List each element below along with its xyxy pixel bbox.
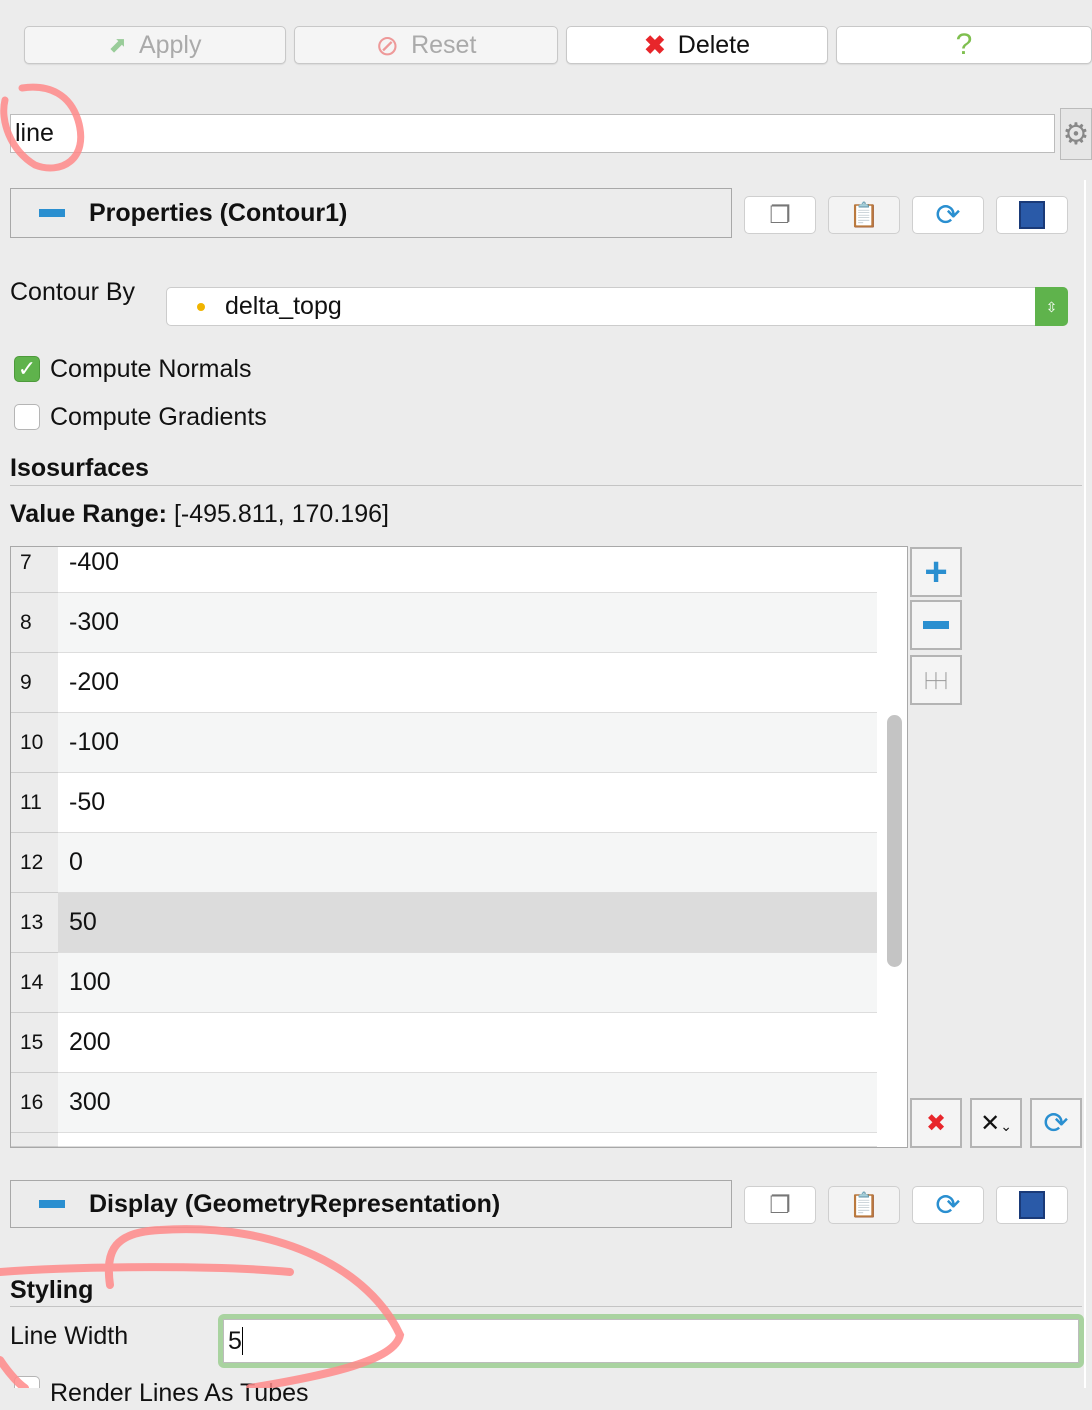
table-row[interactable]: 8 -300 <box>11 593 877 653</box>
gear-icon[interactable]: ⚙ <box>1060 108 1092 160</box>
table-row[interactable]: 11 -50 <box>11 773 877 833</box>
remove-value-button[interactable] <box>910 600 962 650</box>
row-index: 12 <box>11 833 58 893</box>
refresh-icon: ⟳ <box>935 198 961 232</box>
styling-heading: Styling <box>10 1276 94 1304</box>
compute-gradients-label: Compute Gradients <box>50 403 267 431</box>
table-row[interactable]: 12 0 <box>11 833 877 893</box>
line-width-focus: 5 <box>218 1314 1084 1368</box>
copy-button[interactable]: ❐ <box>744 1186 816 1224</box>
display-header[interactable]: Display (GeometryRepresentation) <box>10 1180 732 1228</box>
row-value[interactable]: 0 <box>58 833 877 893</box>
contour-by-select[interactable]: delta_topg ⇳ <box>166 287 1068 326</box>
paste-button[interactable]: 📋 <box>828 196 900 234</box>
reset-button[interactable]: ⊘ Reset <box>294 26 558 64</box>
panel-edge <box>1084 180 1086 1388</box>
table-row[interactable]: 14 100 <box>11 953 877 1013</box>
render-tubes-label: Render Lines As Tubes <box>50 1379 309 1407</box>
row-value[interactable]: -100 <box>58 713 877 773</box>
apply-icon: ⬈ <box>108 32 127 57</box>
row-index: 11 <box>11 773 58 833</box>
line-width-label: Line Width <box>10 1322 129 1350</box>
apply-button[interactable]: ⬈ Apply <box>24 26 286 64</box>
delete-button[interactable]: ✖ Delete <box>566 26 828 64</box>
row-index: 7 <box>11 547 58 593</box>
row-index: 9 <box>11 653 58 713</box>
minus-icon <box>923 621 949 629</box>
row-value[interactable]: -200 <box>58 653 877 713</box>
row-index: 15 <box>11 1013 58 1073</box>
paste-icon: 📋 <box>849 201 879 229</box>
paste-button[interactable]: 📋 <box>828 1186 900 1224</box>
x-dropdown-icon: ✕⌄ <box>980 1109 1012 1137</box>
row-index: 10 <box>11 713 58 773</box>
divider <box>10 1306 1082 1307</box>
refresh-button[interactable]: ⟳ <box>912 1186 984 1224</box>
delete-icon: ✖ <box>643 29 666 60</box>
isosurfaces-heading: Isosurfaces <box>10 454 149 482</box>
row-index: 13 <box>11 893 58 953</box>
save-icon <box>1019 1191 1045 1219</box>
collapse-icon <box>39 209 65 217</box>
refresh-icon: ⟳ <box>1043 1106 1069 1140</box>
copy-button[interactable]: ❐ <box>744 196 816 234</box>
row-value[interactable]: 200 <box>58 1013 877 1073</box>
add-range-button[interactable]: ├┼┤ <box>910 655 962 705</box>
row-index: 8 <box>11 593 58 653</box>
row-value[interactable]: 300 <box>58 1073 877 1133</box>
row-value[interactable]: 50 <box>58 893 877 953</box>
table-row[interactable]: 16 300 <box>11 1073 877 1133</box>
contour-by-label: Contour By <box>10 278 136 306</box>
row-index: 16 <box>11 1073 58 1133</box>
table-row[interactable]: 13 50 <box>11 893 877 953</box>
delete-icon: ✖ <box>925 1109 947 1137</box>
table-row[interactable]: 9 -200 <box>11 653 877 713</box>
plus-icon: + <box>924 549 948 594</box>
refresh-icon: ⟳ <box>935 1188 961 1222</box>
table-row[interactable]: 7 -400 <box>11 547 877 593</box>
row-value[interactable]: -50 <box>58 773 877 833</box>
compute-normals-checkbox[interactable]: ✓ <box>14 356 40 382</box>
search-input[interactable]: line <box>10 114 1055 153</box>
range-icon: ├┼┤ <box>921 672 951 688</box>
save-icon <box>1019 201 1045 229</box>
collapse-icon <box>39 1200 65 1208</box>
help-button[interactable]: ? <box>836 26 1092 64</box>
add-value-button[interactable]: + <box>910 547 962 597</box>
paste-icon: 📋 <box>849 1191 879 1219</box>
remove-all-button[interactable]: ✖ <box>910 1098 962 1148</box>
value-range: Value Range: [-495.811, 170.196] <box>10 500 389 528</box>
text-cursor <box>241 1327 243 1355</box>
point-data-icon <box>197 302 205 311</box>
table-row-partial <box>11 1133 877 1147</box>
row-value[interactable]: -400 <box>58 547 877 593</box>
save-button[interactable] <box>996 1186 1068 1224</box>
divider <box>10 485 1082 486</box>
row-value[interactable]: 100 <box>58 953 877 1013</box>
refresh-button[interactable]: ⟳ <box>912 196 984 234</box>
copy-icon: ❐ <box>769 1191 791 1219</box>
scrollbar-thumb[interactable] <box>887 715 902 967</box>
compute-normals-label: Compute Normals <box>50 355 252 383</box>
save-button[interactable] <box>996 196 1068 234</box>
render-tubes-checkbox[interactable] <box>14 1376 40 1388</box>
reset-range-button[interactable]: ⟳ <box>1030 1098 1082 1148</box>
line-width-input[interactable]: 5 <box>223 1319 1079 1363</box>
row-value[interactable]: -300 <box>58 593 877 653</box>
row-index: 14 <box>11 953 58 1013</box>
table-row[interactable]: 10 -100 <box>11 713 877 773</box>
properties-header[interactable]: Properties (Contour1) <box>10 188 732 238</box>
copy-icon: ❐ <box>769 201 791 229</box>
compute-gradients-checkbox[interactable] <box>14 404 40 430</box>
chevron-updown-icon: ⇳ <box>1035 287 1068 326</box>
isosurfaces-table[interactable]: 16 300 15 200 14 100 13 50 12 0 11 -50 10 -100 9 -200 8-… <box>10 546 908 1148</box>
clear-menu-button[interactable]: ✕⌄ <box>970 1098 1022 1148</box>
reset-icon: ⊘ <box>375 29 400 61</box>
table-row[interactable]: 15 200 <box>11 1013 877 1073</box>
